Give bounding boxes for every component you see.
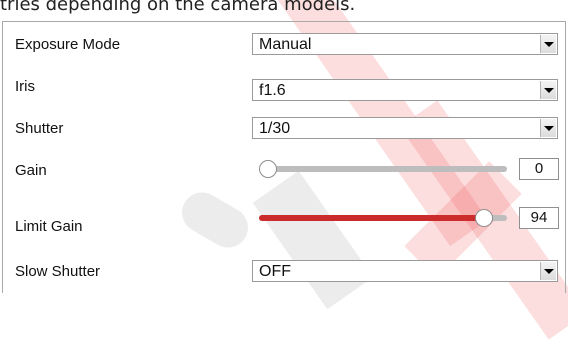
chevron-down-icon[interactable] bbox=[540, 81, 556, 99]
gain-row: Gain 0 bbox=[3, 149, 565, 189]
chevron-down-icon[interactable] bbox=[540, 119, 556, 137]
iris-value: f1.6 bbox=[259, 82, 286, 99]
exposure-mode-value: Manual bbox=[259, 36, 312, 53]
limit-gain-row: Limit Gain 94 bbox=[3, 206, 565, 246]
shutter-value: 1/30 bbox=[259, 120, 291, 137]
limit-gain-slider-track[interactable] bbox=[259, 215, 507, 221]
exposure-mode-select[interactable]: Manual bbox=[252, 33, 558, 55]
gain-value-input[interactable]: 0 bbox=[519, 158, 559, 180]
slow-shutter-row: Slow Shutter OFF bbox=[3, 250, 565, 290]
slow-shutter-value: OFF bbox=[259, 263, 291, 280]
exposure-settings-panel: Exposure Mode Manual Iris f1.6 Shutter 1… bbox=[2, 21, 566, 293]
slow-shutter-select[interactable]: OFF bbox=[252, 260, 558, 282]
gain-label: Gain bbox=[15, 162, 47, 179]
gain-slider-track[interactable] bbox=[259, 166, 507, 172]
iris-row: Iris f1.6 bbox=[3, 66, 565, 106]
limit-gain-label: Limit Gain bbox=[15, 218, 83, 235]
limit-gain-slider-thumb[interactable] bbox=[475, 209, 494, 227]
gain-slider-thumb[interactable] bbox=[259, 160, 277, 178]
iris-label: Iris bbox=[15, 78, 35, 95]
exposure-mode-row: Exposure Mode Manual bbox=[3, 26, 565, 66]
header-text: tries depending on the camera models. bbox=[0, 0, 356, 15]
slow-shutter-label: Slow Shutter bbox=[15, 263, 101, 280]
shutter-select[interactable]: 1/30 bbox=[252, 117, 558, 139]
exposure-mode-label: Exposure Mode bbox=[15, 36, 121, 53]
limit-gain-value-input[interactable]: 94 bbox=[519, 207, 559, 229]
chevron-down-icon[interactable] bbox=[540, 35, 556, 53]
limit-gain-slider-fill bbox=[259, 215, 493, 221]
iris-select[interactable]: f1.6 bbox=[252, 79, 558, 101]
shutter-label: Shutter bbox=[15, 120, 64, 137]
shutter-row: Shutter 1/30 bbox=[3, 107, 565, 147]
chevron-down-icon[interactable] bbox=[540, 262, 556, 280]
